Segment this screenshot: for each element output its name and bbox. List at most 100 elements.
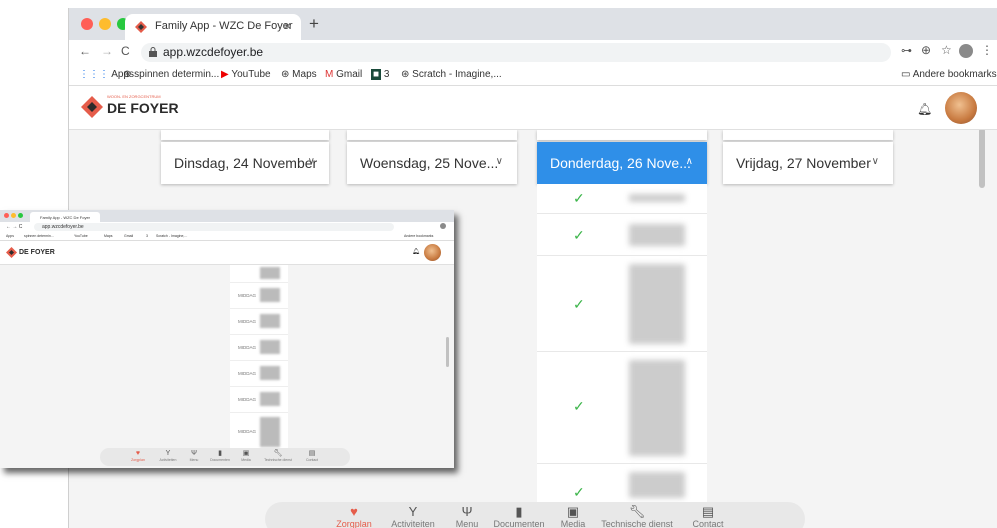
browser-tab[interactable]: Family App - WZC De Foyer × [125, 14, 301, 40]
blurred-text [629, 360, 685, 456]
profile-icon [440, 223, 446, 229]
avatar[interactable] [945, 92, 977, 124]
address-bar-row: ← → C app.wzcdefoyer.be ⊶ ⊕ ☆ ⋮ [69, 40, 997, 64]
bookmark-spinnen[interactable]: ⊛ spinnen determin... [123, 69, 219, 80]
back-icon: ← → C [6, 224, 23, 230]
mini-app-header: DE FOYER 🔔︎ [0, 241, 454, 265]
url-field[interactable]: app.wzcdefoyer.be [141, 43, 891, 62]
chevron-down-icon: ∨ [307, 156, 315, 167]
zoom-icon[interactable]: ⊕ [921, 43, 931, 57]
nav-contact[interactable]: ▤ Contact [683, 505, 733, 528]
heartbeat-icon: ♥ [350, 504, 358, 519]
mini-nav-zorgplan: ♥ Zorgplan [126, 450, 150, 462]
profile-icon[interactable] [959, 44, 973, 58]
folder-icon: ▭ [901, 69, 911, 80]
mini-nav-documenten: ▮ Documenten [206, 450, 234, 462]
youtube-icon: ▶ [221, 69, 229, 80]
card-icon: ▤ [701, 504, 715, 519]
square-icon: ■ [371, 69, 382, 80]
task-list: ✓ ✓ ✓ ✓ ✓ [537, 184, 707, 528]
bell-icon[interactable]: 🔔︎ [917, 102, 932, 116]
bookmark-gmail[interactable]: M Gmail [325, 69, 362, 80]
new-tab-button[interactable]: + [309, 14, 319, 34]
table-row: MIDDAG [230, 309, 288, 335]
nav-activiteiten[interactable]: Y Activiteiten [385, 505, 441, 528]
fitness-icon: Y [408, 504, 418, 519]
check-icon: ✓ [573, 296, 585, 312]
task-row: ✓ [537, 352, 707, 464]
close-window-icon[interactable] [81, 18, 93, 30]
back-button[interactable]: ← [79, 44, 91, 58]
scrollbar[interactable] [979, 130, 985, 188]
mini-bookmark: spinnen determin... [24, 234, 54, 238]
logo-icon [81, 96, 103, 118]
blurred-text [629, 472, 685, 498]
previous-card [161, 130, 329, 140]
star-icon[interactable]: ☆ [941, 43, 952, 57]
forward-button[interactable]: → [101, 44, 113, 58]
mini-nav-menu: Ψ Menu [184, 450, 204, 462]
close-window-icon [4, 213, 9, 218]
nav-documenten[interactable]: ▮ Documenten [491, 505, 547, 528]
document-icon: ▮ [515, 504, 523, 519]
image-icon: ▣ [242, 450, 250, 457]
lock-icon [149, 47, 157, 57]
mini-tab-bar: Family App - WZC De Foyer [0, 210, 454, 222]
bookmark-maps[interactable]: ⊛ Maps [281, 69, 317, 80]
day-dinsdag[interactable]: Dinsdag, 24 November ∨ [161, 142, 329, 184]
previous-card [347, 130, 517, 140]
key-icon[interactable]: ⊶ [901, 44, 912, 57]
mini-bookmark: Gmail [124, 234, 134, 238]
cutlery-icon: Ψ [461, 504, 473, 519]
mini-bottom-nav: ♥ Zorgplan Y Activiteiten Ψ Menu ▮ Documente… [100, 448, 350, 466]
task-row: ✓ [537, 214, 707, 256]
mini-nav-contact: ▤ Contact [300, 450, 324, 462]
table-row [230, 265, 288, 283]
mini-address-bar: ← → C app.wzcdefoyer.be [0, 222, 454, 232]
mini-table: MIDDAG MIDDAG MIDDAG MIDDAG MIDDAG MIDDA… [230, 265, 288, 465]
globe-icon: ⊛ [401, 69, 410, 80]
fitness-icon: Y [165, 450, 171, 457]
globe-icon: ⊛ [123, 69, 132, 80]
logo-title: DE FOYER [107, 100, 179, 116]
menu-icon[interactable]: ⋮ [981, 43, 993, 57]
day-woensdag[interactable]: Woensdag, 25 Nove... ∨ [347, 142, 517, 184]
bookmark-youtube[interactable]: ▶ YouTube [221, 69, 271, 80]
logo-icon [6, 247, 17, 258]
mini-bookmark: Andere bookmarks [404, 234, 434, 238]
bookmarks-bar: ⋮⋮⋮ Apps ⊛ spinnen determin... ▶ YouTube… [69, 64, 997, 86]
bookmark-3[interactable]: ■ 3 [371, 69, 389, 80]
mini-nav-technische-dienst: 🔧︎ Technische dienst [258, 450, 298, 462]
other-bookmarks[interactable]: ▭ Andere bookmarks [901, 69, 997, 80]
nav-media[interactable]: ▣ Media [553, 505, 593, 528]
mini-nav-activiteiten: Y Activiteiten [154, 450, 182, 462]
nav-menu[interactable]: Ψ Menu [447, 505, 487, 528]
blurred-text [629, 194, 685, 202]
reload-button[interactable]: C [121, 44, 130, 58]
wrench-icon: 🔧︎ [273, 450, 283, 457]
day-donderdag[interactable]: Donderdag, 26 Nove... ∧ [537, 142, 707, 184]
tab-close-icon[interactable]: × [284, 19, 291, 33]
app-header: WOON- EN ZORGCENTRUM DE FOYER 🔔︎ [69, 86, 997, 130]
bookmark-scratch[interactable]: ⊛ Scratch - Imagine,... [401, 69, 502, 80]
day-vrijdag[interactable]: Vrijdag, 27 November ∨ [723, 142, 893, 184]
mini-bookmark: 3 [146, 234, 148, 238]
url-text: app.wzcdefoyer.be [163, 45, 264, 59]
tab-bar: Family App - WZC De Foyer × + [69, 8, 997, 40]
heartbeat-icon: ♥ [135, 450, 141, 457]
nav-zorgplan[interactable]: ♥ Zorgplan [329, 505, 379, 528]
globe-icon: ⊛ [281, 69, 290, 80]
previous-card [723, 130, 893, 140]
day-label: Woensdag, 25 Nove... [360, 155, 499, 171]
mini-bookmarks-bar: Apps spinnen determin... YouTube Maps Gm… [0, 232, 454, 241]
day-label: Dinsdag, 24 November [174, 155, 318, 171]
check-icon: ✓ [573, 227, 585, 243]
screenshot-overlay: Family App - WZC De Foyer ← → C app.wzcd… [0, 210, 454, 468]
nav-technische-dienst[interactable]: 🔧︎ Technische dienst [595, 505, 679, 528]
previous-card [537, 130, 707, 140]
minimize-window-icon[interactable] [99, 18, 111, 30]
check-icon: ✓ [573, 190, 585, 206]
mini-url: app.wzcdefoyer.be [34, 223, 394, 231]
nav-pill: ♥ Zorgplan Y Activiteiten Ψ Menu ▮ Documente… [265, 502, 805, 528]
mini-content: MIDDAG MIDDAG MIDDAG MIDDAG MIDDAG MIDDA… [0, 265, 454, 468]
